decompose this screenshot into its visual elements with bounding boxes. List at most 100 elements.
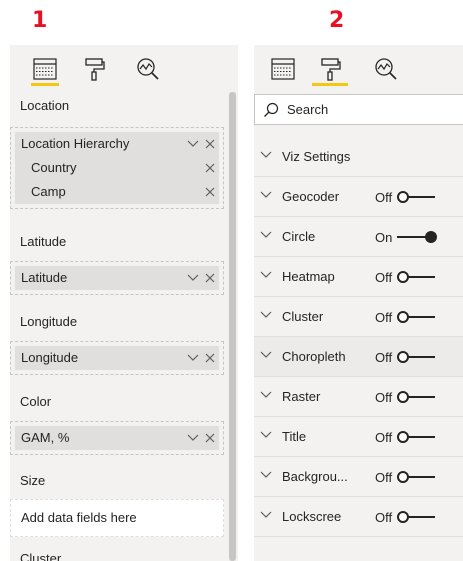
section-viz-settings[interactable]: Viz Settings xyxy=(254,137,463,177)
scrollbar-thumb[interactable] xyxy=(229,92,236,561)
section-title[interactable]: Title Off xyxy=(254,417,463,457)
tab-format[interactable] xyxy=(312,51,348,87)
country-text: Country xyxy=(31,160,77,175)
pane-tabs xyxy=(254,45,463,94)
chevron-down-icon[interactable] xyxy=(187,434,199,442)
tab-format[interactable] xyxy=(76,51,112,87)
section-toggle[interactable]: Off xyxy=(375,497,437,537)
format-sections: Viz Settings Geocoder Off Circle On Heatmap Of… xyxy=(254,137,463,537)
search-icon xyxy=(264,102,279,117)
location-label: Location xyxy=(20,98,70,113)
size-drop-zone[interactable]: Add data fields here xyxy=(10,499,224,537)
chevron-down-icon xyxy=(260,511,272,519)
section-geocoder[interactable]: Geocoder Off xyxy=(254,177,463,217)
chevron-down-icon xyxy=(260,271,272,279)
section-backgrou[interactable]: Backgrou... Off xyxy=(254,457,463,497)
toggle-state-text: Off xyxy=(375,309,393,325)
camp-pill[interactable]: Camp xyxy=(15,180,219,204)
fields-pane: Location Location Hierarchy Country Camp… xyxy=(10,45,238,561)
chevron-down-icon xyxy=(260,351,272,359)
cluster-label: Cluster xyxy=(20,551,62,561)
remove-icon[interactable] xyxy=(205,163,215,173)
toggle-switch-off[interactable] xyxy=(397,351,437,363)
toggle-switch-off[interactable] xyxy=(397,191,437,203)
chevron-down-icon xyxy=(260,391,272,399)
latitude-label: Latitude xyxy=(20,234,67,249)
section-label: Circle xyxy=(282,229,316,244)
chevron-down-icon xyxy=(260,431,272,439)
latitude-group: Latitude xyxy=(15,266,219,290)
longitude-well[interactable]: Longitude xyxy=(10,341,224,375)
longitude-pill[interactable]: Longitude xyxy=(15,346,219,370)
longitude-group: Longitude xyxy=(15,346,219,370)
search-input[interactable]: Search xyxy=(254,94,463,125)
section-toggle[interactable]: Off xyxy=(375,457,437,497)
section-raster[interactable]: Raster Off xyxy=(254,377,463,417)
analytics-magnifier-icon xyxy=(136,57,160,81)
section-cluster[interactable]: Cluster Off xyxy=(254,297,463,337)
remove-icon[interactable] xyxy=(205,187,215,197)
tab-analytics[interactable] xyxy=(130,51,166,87)
size-label: Size xyxy=(20,473,46,488)
toggle-switch-off[interactable] xyxy=(397,311,437,323)
section-heatmap[interactable]: Heatmap Off xyxy=(254,257,463,297)
toggle-state-text: Off xyxy=(375,429,393,445)
toggle-state-text: Off xyxy=(375,469,393,485)
chevron-down-icon[interactable] xyxy=(187,274,199,282)
section-toggle[interactable]: Off xyxy=(375,417,437,457)
section-toggle[interactable]: Off xyxy=(375,377,437,417)
color-pill[interactable]: GAM, % xyxy=(15,426,219,450)
chevron-down-icon[interactable] xyxy=(187,140,199,148)
section-lockscree[interactable]: Lockscree Off xyxy=(254,497,463,537)
toggle-switch-off[interactable] xyxy=(397,271,437,283)
tab-analytics[interactable] xyxy=(368,51,404,87)
pane-tabs xyxy=(10,45,238,94)
color-label: Color xyxy=(20,394,52,409)
color-well[interactable]: GAM, % xyxy=(10,421,224,455)
remove-icon[interactable] xyxy=(205,353,215,363)
fields-icon xyxy=(271,58,295,80)
search-placeholder: Search xyxy=(287,102,329,117)
section-choropleth[interactable]: Choropleth Off xyxy=(254,337,463,377)
section-label: Cluster xyxy=(282,309,324,324)
toggle-state-text: On xyxy=(375,229,393,245)
section-toggle[interactable]: Off xyxy=(375,177,437,217)
location-hierarchy-pill[interactable]: Location Hierarchy xyxy=(15,132,219,156)
toggle-state-text: Off xyxy=(375,349,393,365)
section-toggle[interactable]: Off xyxy=(375,257,437,297)
tab-fields[interactable] xyxy=(27,51,63,87)
format-pane: Search Viz Settings Geocoder Off Circle On He… xyxy=(254,45,463,561)
latitude-pill[interactable]: Latitude xyxy=(15,266,219,290)
section-toggle[interactable]: Off xyxy=(375,337,437,377)
remove-icon[interactable] xyxy=(205,139,215,149)
location-hierarchy-group: Location Hierarchy Country Camp xyxy=(15,132,219,204)
format-paint-roller-icon xyxy=(318,57,342,81)
toggle-state-text: Off xyxy=(375,389,393,405)
section-label: Title xyxy=(282,429,307,444)
location-hierarchy-text: Location Hierarchy xyxy=(21,136,130,151)
section-label: Heatmap xyxy=(282,269,335,284)
latitude-well[interactable]: Latitude xyxy=(10,261,224,295)
toggle-switch-off[interactable] xyxy=(397,511,437,523)
analytics-magnifier-icon xyxy=(374,57,398,81)
longitude-text: Longitude xyxy=(21,350,79,365)
latitude-text: Latitude xyxy=(21,270,68,285)
camp-text: Camp xyxy=(31,184,66,199)
toggle-switch-on[interactable] xyxy=(397,231,438,243)
country-pill[interactable]: Country xyxy=(15,156,219,180)
section-circle[interactable]: Circle On xyxy=(254,217,463,257)
active-tab-indicator xyxy=(31,83,59,86)
section-toggle[interactable]: On xyxy=(375,217,438,257)
chevron-down-icon xyxy=(260,471,272,479)
step-marker-2: 2 xyxy=(329,8,345,33)
toggle-switch-off[interactable] xyxy=(397,391,437,403)
remove-icon[interactable] xyxy=(205,273,215,283)
toggle-switch-off[interactable] xyxy=(397,431,437,443)
tab-fields[interactable] xyxy=(265,51,301,87)
chevron-down-icon[interactable] xyxy=(187,354,199,362)
section-label: Backgrou... xyxy=(282,469,348,484)
remove-icon[interactable] xyxy=(205,433,215,443)
toggle-switch-off[interactable] xyxy=(397,471,437,483)
location-well[interactable]: Location Hierarchy Country Camp xyxy=(10,127,224,209)
section-toggle[interactable]: Off xyxy=(375,297,437,337)
